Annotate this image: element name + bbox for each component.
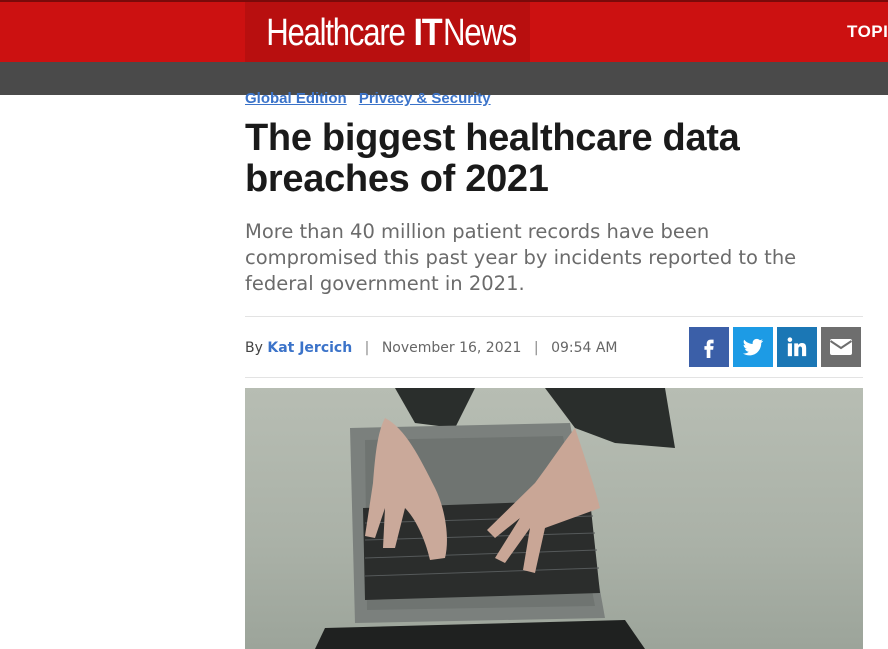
site-header: Healthcare IT News TOPI <box>0 0 888 64</box>
byline-separator: | <box>364 340 370 356</box>
byline-top-divider <box>245 316 863 317</box>
logo-word-it: IT <box>413 11 443 54</box>
site-logo[interactable]: Healthcare IT News <box>245 2 530 64</box>
breadcrumb: Global Edition Privacy & Security <box>245 90 499 107</box>
share-twitter-button[interactable] <box>733 327 773 367</box>
facebook-icon <box>704 339 714 358</box>
author-link[interactable]: Kat Jercich <box>267 340 352 356</box>
article-summary: More than 40 million patient records hav… <box>245 220 797 295</box>
hero-image <box>245 388 863 649</box>
share-facebook-button[interactable] <box>689 327 729 367</box>
publish-time: 09:54 AM <box>551 340 618 356</box>
share-email-button[interactable] <box>821 327 861 367</box>
email-icon <box>829 339 853 355</box>
byline-separator: | <box>533 340 539 356</box>
breadcrumb-privacy-security[interactable]: Privacy & Security <box>359 90 491 107</box>
linkedin-icon <box>787 337 807 357</box>
article-title: The biggest healthcare data breaches of … <box>245 117 740 200</box>
publish-date: November 16, 2021 <box>381 340 522 356</box>
logo-word-healthcare: Healthcare <box>266 11 406 54</box>
byline-by-label: By <box>245 340 263 356</box>
topics-menu-link[interactable]: TOPI <box>847 22 888 42</box>
twitter-icon <box>742 338 764 356</box>
byline-bottom-divider <box>245 377 863 378</box>
breadcrumb-global-edition[interactable]: Global Edition <box>245 90 347 107</box>
laptop-typing-illustration <box>315 388 675 649</box>
byline: By Kat Jercich | November 16, 2021 | 09:… <box>245 340 618 356</box>
share-linkedin-button[interactable] <box>777 327 817 367</box>
logo-word-news: News <box>442 11 517 54</box>
